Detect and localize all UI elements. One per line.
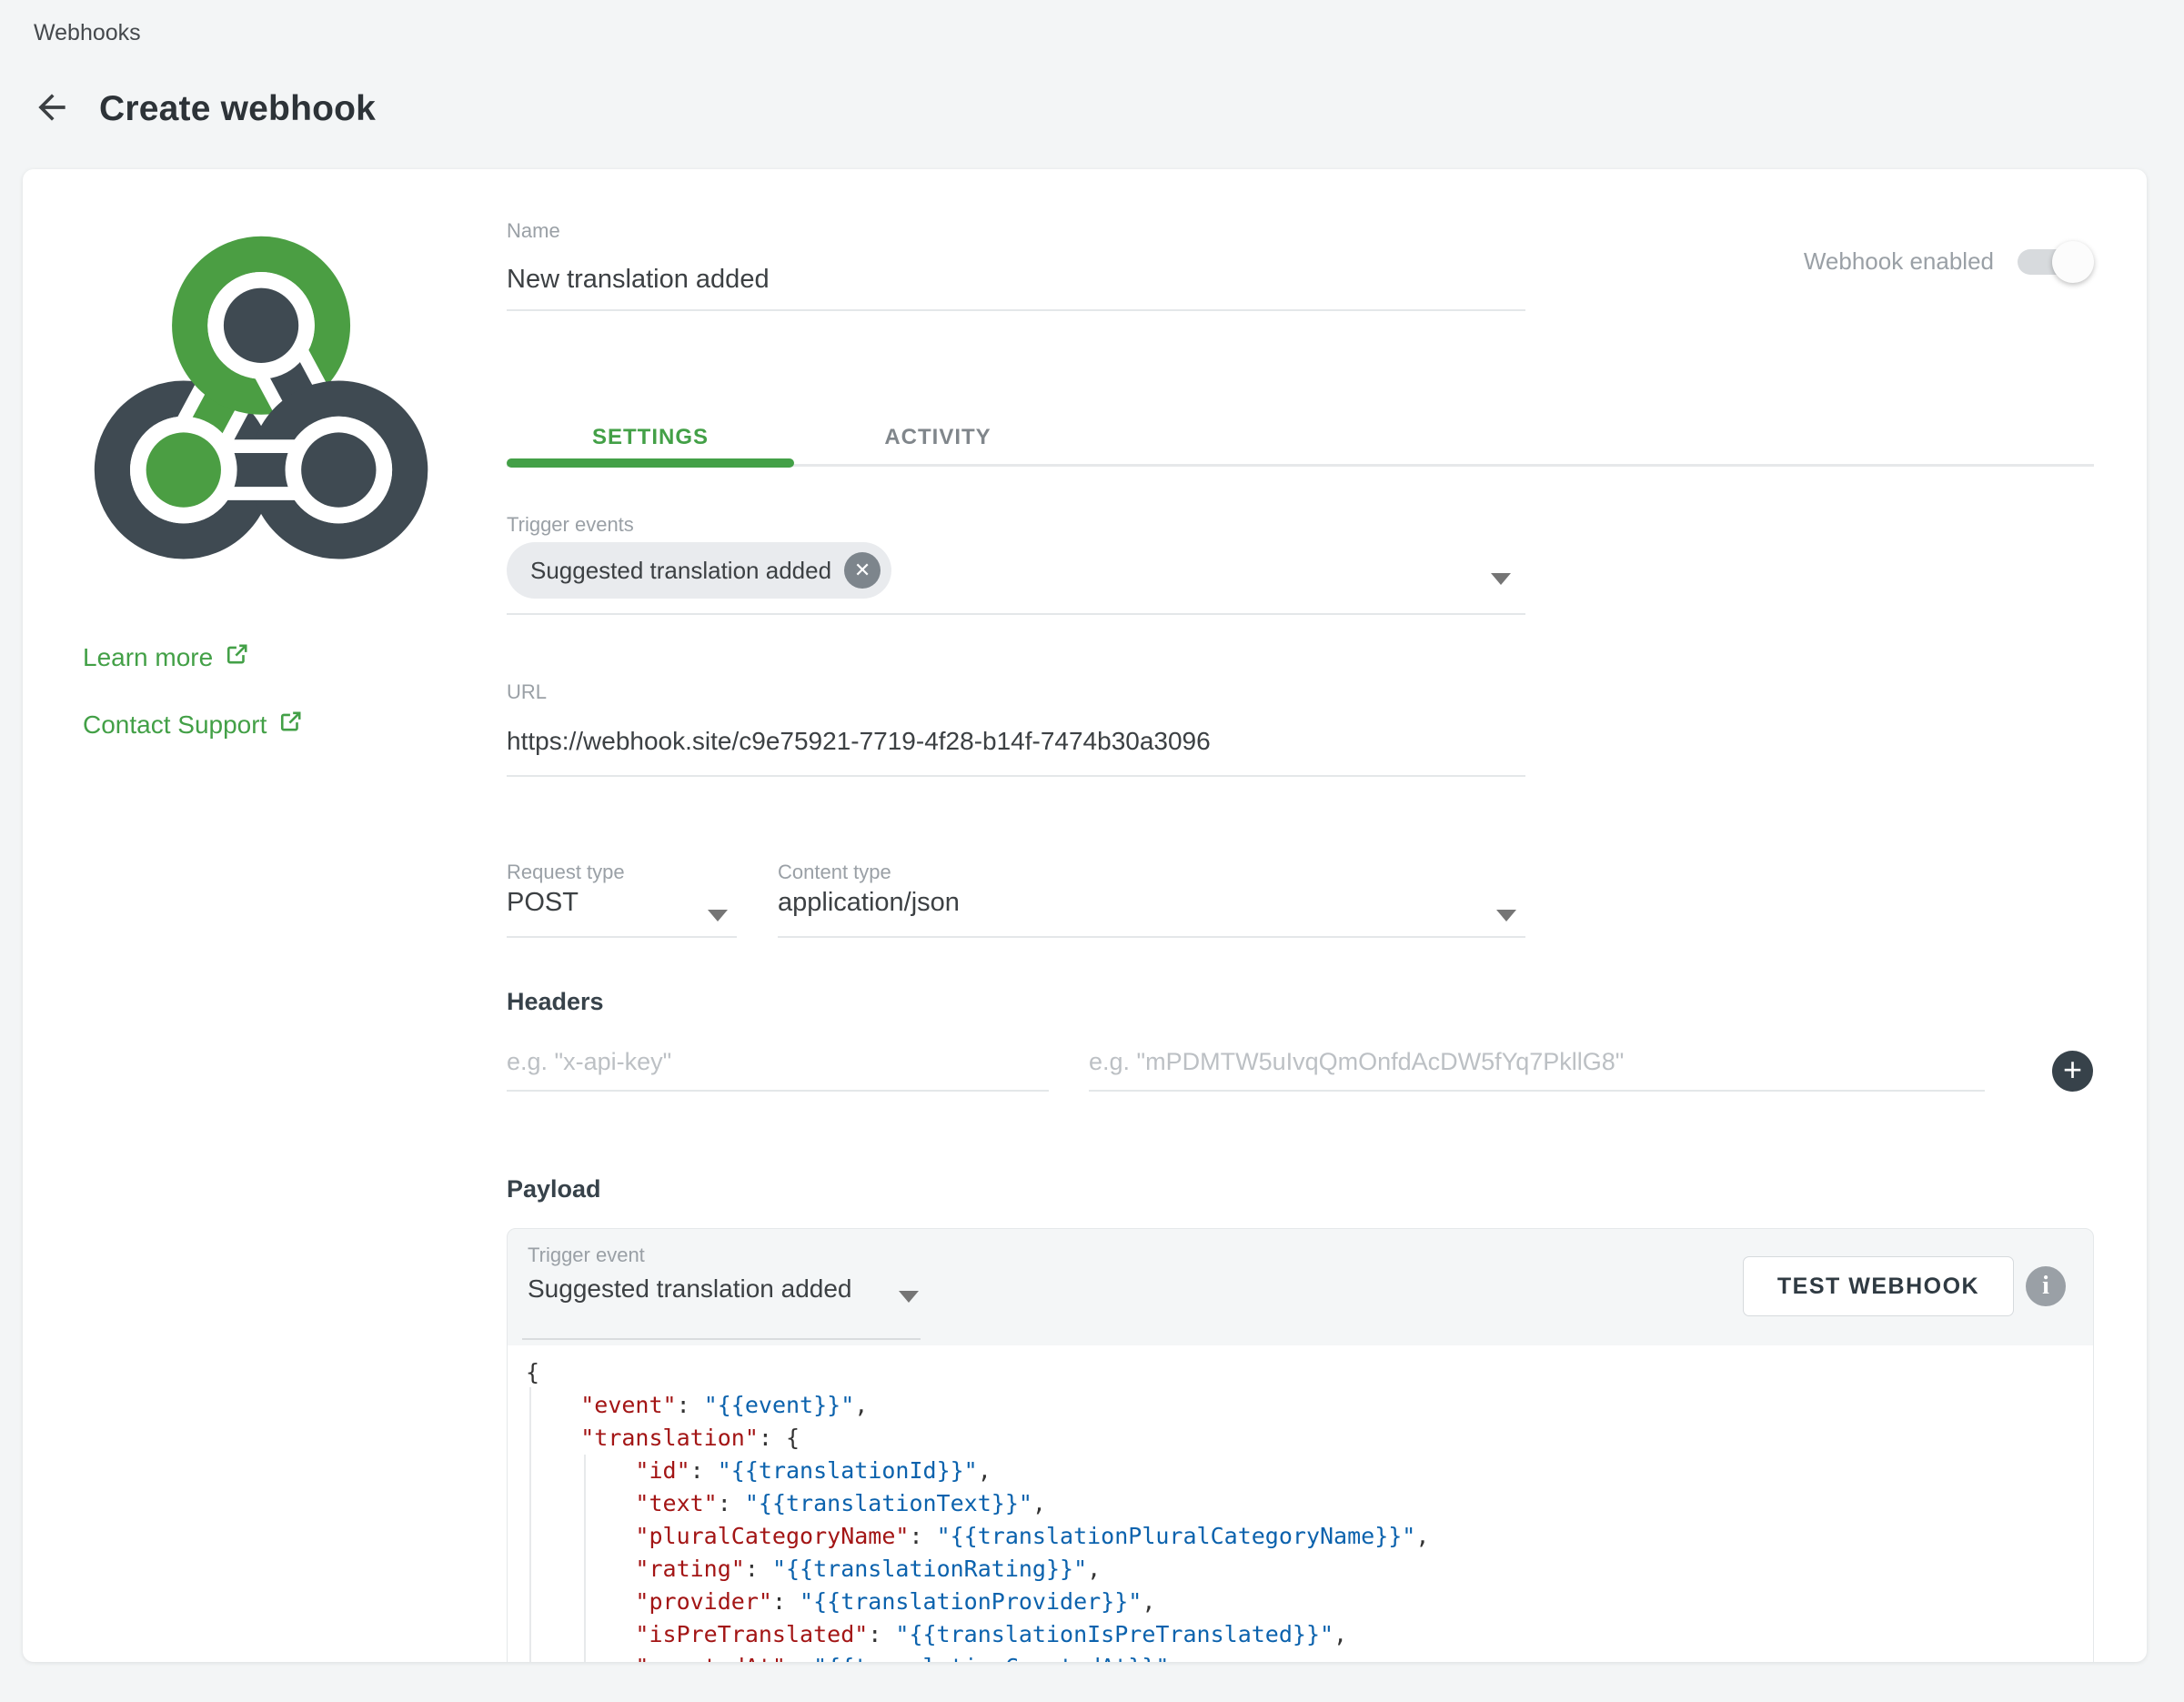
request-type-select[interactable]: POST	[507, 888, 737, 938]
back-button[interactable]	[30, 87, 74, 131]
chevron-down-icon	[708, 910, 728, 921]
add-header-button[interactable]: +	[2052, 1051, 2093, 1092]
content-type-value: application/json	[778, 888, 960, 917]
payload-trigger-underline	[522, 1338, 921, 1340]
external-link-icon	[279, 710, 303, 740]
payload-panel-header: Trigger event Suggested translation adde…	[508, 1229, 2093, 1345]
chevron-down-icon[interactable]	[1491, 573, 1511, 585]
plus-icon: +	[2063, 1053, 2082, 1086]
trigger-event-chip: Suggested translation added ✕	[507, 542, 891, 599]
request-type-label: Request type	[507, 861, 625, 884]
code-line: "id": "{{translationId}}",	[526, 1455, 2093, 1487]
learn-more-label: Learn more	[83, 643, 213, 672]
code-line: "createdAt": "{{translationCreatedAt}}",	[526, 1651, 2093, 1662]
toggle-thumb	[2052, 241, 2094, 283]
url-input[interactable]	[507, 708, 1525, 777]
tab-bar: SETTINGS ACTIVITY	[507, 413, 1082, 462]
payload-panel: Trigger event Suggested translation adde…	[507, 1228, 2094, 1662]
name-label: Name	[507, 219, 560, 243]
content-type-select[interactable]: application/json	[778, 888, 1525, 938]
request-type-value: POST	[507, 888, 579, 917]
title-row: Create webhook	[30, 87, 376, 131]
code-line: "event": "{{event}}",	[526, 1389, 2093, 1422]
code-line: "rating": "{{translationRating}}",	[526, 1553, 2093, 1586]
test-webhook-button[interactable]: TEST WEBHOOK	[1743, 1256, 2014, 1316]
code-line: "provider": "{{translationProvider}}",	[526, 1586, 2093, 1618]
webhook-enabled-wrap: Webhook enabled	[1804, 247, 2088, 276]
payload-section-title: Payload	[507, 1175, 601, 1203]
contact-support-link[interactable]: Contact Support	[83, 710, 303, 740]
chevron-down-icon	[1496, 910, 1516, 921]
page-title: Create webhook	[99, 89, 376, 129]
contact-support-label: Contact Support	[83, 710, 267, 740]
webhook-enabled-label: Webhook enabled	[1804, 247, 1994, 276]
code-line: "text": "{{translationText}}",	[526, 1487, 2093, 1520]
learn-more-link[interactable]: Learn more	[83, 642, 249, 672]
header-value-input[interactable]	[1089, 1033, 1985, 1092]
payload-trigger-event-value[interactable]: Suggested translation added	[528, 1274, 852, 1304]
code-line: "translation": {	[526, 1422, 2093, 1455]
external-link-icon	[226, 642, 249, 672]
trigger-events-select[interactable]: Suggested translation added ✕	[507, 533, 1525, 615]
trigger-event-chip-label: Suggested translation added	[530, 557, 831, 585]
code-line: "isPreTranslated": "{{translationIsPreTr…	[526, 1618, 2093, 1651]
chevron-down-icon[interactable]	[899, 1291, 919, 1303]
url-label: URL	[507, 680, 547, 704]
tab-settings[interactable]: SETTINGS	[507, 413, 794, 462]
code-line: "pluralCategoryName": "{{translationPlur…	[526, 1520, 2093, 1553]
payload-trigger-event-label: Trigger event	[528, 1244, 645, 1267]
payload-code[interactable]: { "event": "{{event}}", "translation": {…	[508, 1345, 2093, 1662]
code-line: {	[526, 1356, 2093, 1389]
breadcrumb[interactable]: Webhooks	[34, 20, 141, 46]
arrow-left-icon	[32, 87, 72, 132]
active-tab-indicator	[507, 458, 794, 468]
header-key-input[interactable]	[507, 1033, 1049, 1092]
tab-activity[interactable]: ACTIVITY	[794, 413, 1082, 462]
webhook-logo	[82, 227, 446, 584]
name-input[interactable]	[507, 249, 1525, 311]
create-webhook-card: Learn more Contact Support Name Webhook …	[23, 169, 2147, 1662]
info-icon[interactable]: i	[2026, 1266, 2066, 1306]
content-type-label: Content type	[778, 861, 891, 884]
webhook-enabled-toggle[interactable]	[2018, 249, 2088, 275]
chip-remove-icon[interactable]: ✕	[844, 552, 881, 589]
headers-section-title: Headers	[507, 988, 604, 1016]
